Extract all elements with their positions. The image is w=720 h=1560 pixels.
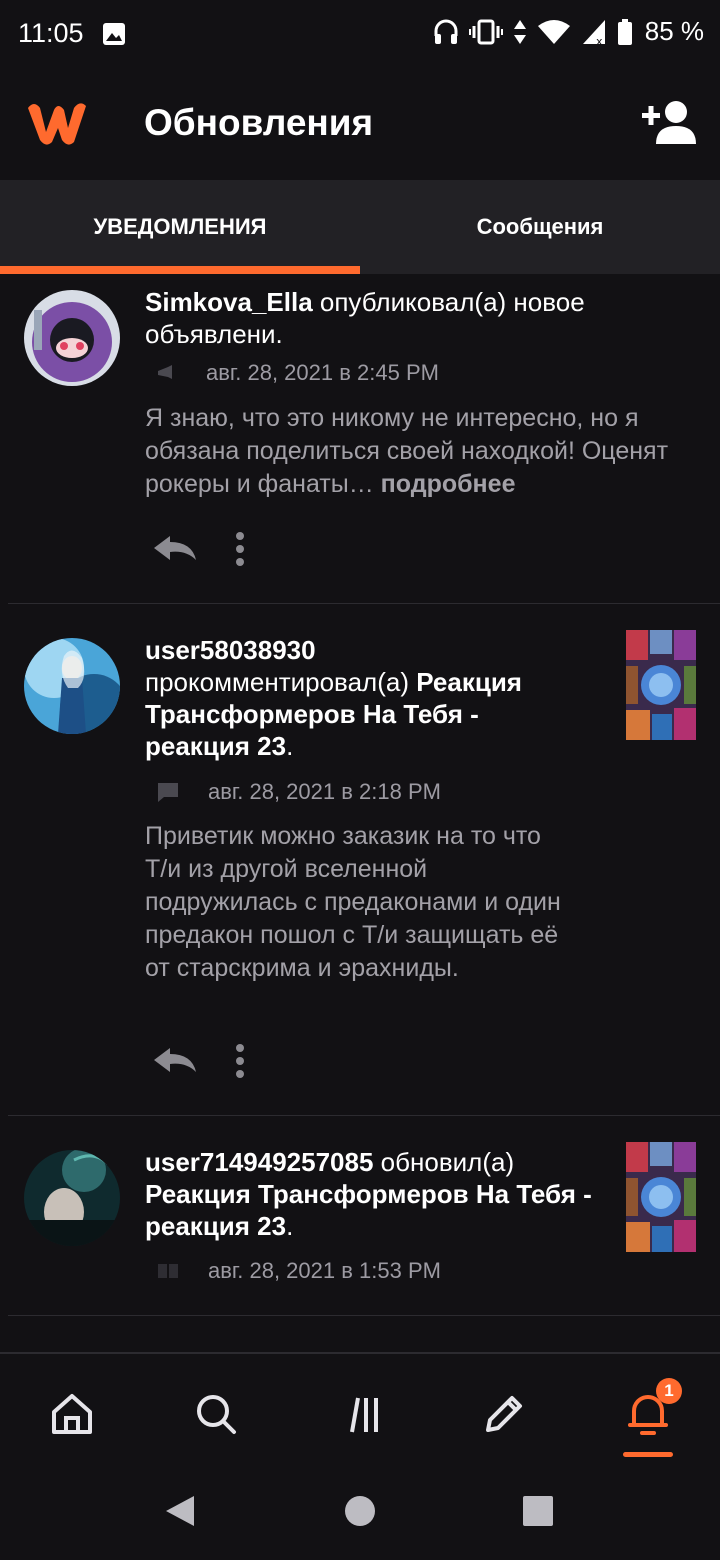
timestamp-row: авг. 28, 2021 в 2:45 PM [156, 360, 439, 386]
list-item[interactable]: user714949257085 обновил(а) Реакция Тран… [8, 1116, 720, 1316]
vibrate-icon [468, 19, 503, 44]
list-item[interactable]: Simkova_Ella опубликовал(а) новое объявл… [8, 274, 720, 604]
read-more-link[interactable]: подробнее [374, 470, 516, 498]
book-icon [158, 1264, 178, 1278]
status-bar: 11:05 x 85 % [0, 0, 720, 68]
search-icon [197, 1395, 236, 1434]
status-icons: x 85 % [433, 16, 704, 47]
nav-notifications[interactable]: 1 [618, 1378, 682, 1444]
wattpad-logo[interactable] [24, 98, 88, 148]
app-bar: Обновления [0, 68, 720, 180]
timestamp: авг. 28, 2021 в 1:53 PM [208, 1258, 441, 1283]
tab-messages[interactable]: Сообщения [360, 180, 720, 274]
more-options-icon[interactable] [234, 532, 246, 566]
data-arrows-icon [513, 19, 526, 44]
back-icon[interactable] [164, 1494, 196, 1528]
system-navigation [0, 1462, 720, 1560]
story-title-link[interactable]: Реакция Трансформеров На Тебя - реакция … [145, 1179, 592, 1241]
status-time: 11:05 [18, 18, 84, 48]
reply-icon[interactable] [152, 1046, 198, 1076]
tabs: УВЕДОМЛЕНИЯ Сообщения [0, 180, 720, 274]
item-actions [152, 532, 246, 566]
username[interactable]: Simkova_Ella [145, 287, 313, 317]
message-preview: Я знаю, что это никому не интересно, но … [145, 402, 693, 501]
timestamp: авг. 28, 2021 в 2:45 PM [206, 360, 439, 385]
home-circle-icon[interactable] [344, 1494, 376, 1528]
message-preview: Приветик можно заказик на то что Т/и из … [145, 820, 565, 985]
svg-text:x: x [596, 35, 603, 46]
comment-icon [158, 783, 178, 802]
username[interactable]: user714949257085 [145, 1147, 373, 1177]
nav-search[interactable] [186, 1384, 246, 1444]
item-actions [152, 1044, 246, 1078]
username[interactable]: user58038930 [145, 635, 316, 665]
timestamp-row: авг. 28, 2021 в 2:18 PM [156, 779, 441, 805]
message-text: Приветик можно заказик на то что Т/и из … [145, 822, 561, 982]
add-user-icon[interactable] [642, 98, 696, 146]
wifi-icon [537, 19, 570, 44]
battery-percent: 85 % [644, 16, 704, 46]
home-icon [52, 1394, 92, 1434]
notification-text: user58038930 прокомментировал(а) Реакция… [145, 634, 585, 762]
image-icon [103, 23, 125, 45]
library-icon [350, 1397, 378, 1433]
timestamp-row: авг. 28, 2021 в 1:53 PM [156, 1258, 441, 1284]
nav-home[interactable] [42, 1384, 102, 1444]
action-suffix: . [286, 731, 294, 761]
timestamp: авг. 28, 2021 в 2:18 PM [208, 779, 441, 804]
avatar[interactable] [24, 638, 120, 734]
notifications-feed: Simkova_Ella опубликовал(а) новое объявл… [0, 274, 720, 1354]
list-item[interactable]: user58038930 прокомментировал(а) Реакция… [8, 604, 720, 1116]
recents-icon[interactable] [522, 1494, 554, 1528]
notification-text: Simkova_Ella опубликовал(а) новое объявл… [145, 286, 665, 350]
cell-signal-icon: x [582, 19, 605, 46]
active-nav-indicator [623, 1452, 673, 1457]
story-cover-thumbnail[interactable] [626, 630, 696, 740]
story-cover-thumbnail[interactable] [626, 1142, 696, 1252]
tab-notifications[interactable]: УВЕДОМЛЕНИЯ [0, 180, 360, 274]
avatar[interactable] [24, 1150, 120, 1246]
action-suffix: . [286, 1211, 294, 1241]
write-icon [486, 1396, 522, 1432]
notification-badge: 1 [656, 1378, 682, 1404]
megaphone-icon [158, 365, 172, 379]
action-text: обновил(а) [373, 1147, 515, 1177]
reply-icon[interactable] [152, 534, 198, 564]
nav-library[interactable] [332, 1384, 392, 1444]
notification-text: user714949257085 обновил(а) Реакция Тран… [145, 1146, 605, 1242]
action-text: прокомментировал(а) [145, 667, 417, 697]
bottom-navigation: 1 [0, 1352, 720, 1462]
avatar[interactable] [24, 290, 120, 386]
page-title: Обновления [144, 102, 374, 143]
more-options-icon[interactable] [234, 1044, 246, 1078]
battery-icon [617, 18, 632, 45]
nav-write[interactable] [474, 1384, 534, 1444]
headphones-icon [434, 19, 458, 44]
